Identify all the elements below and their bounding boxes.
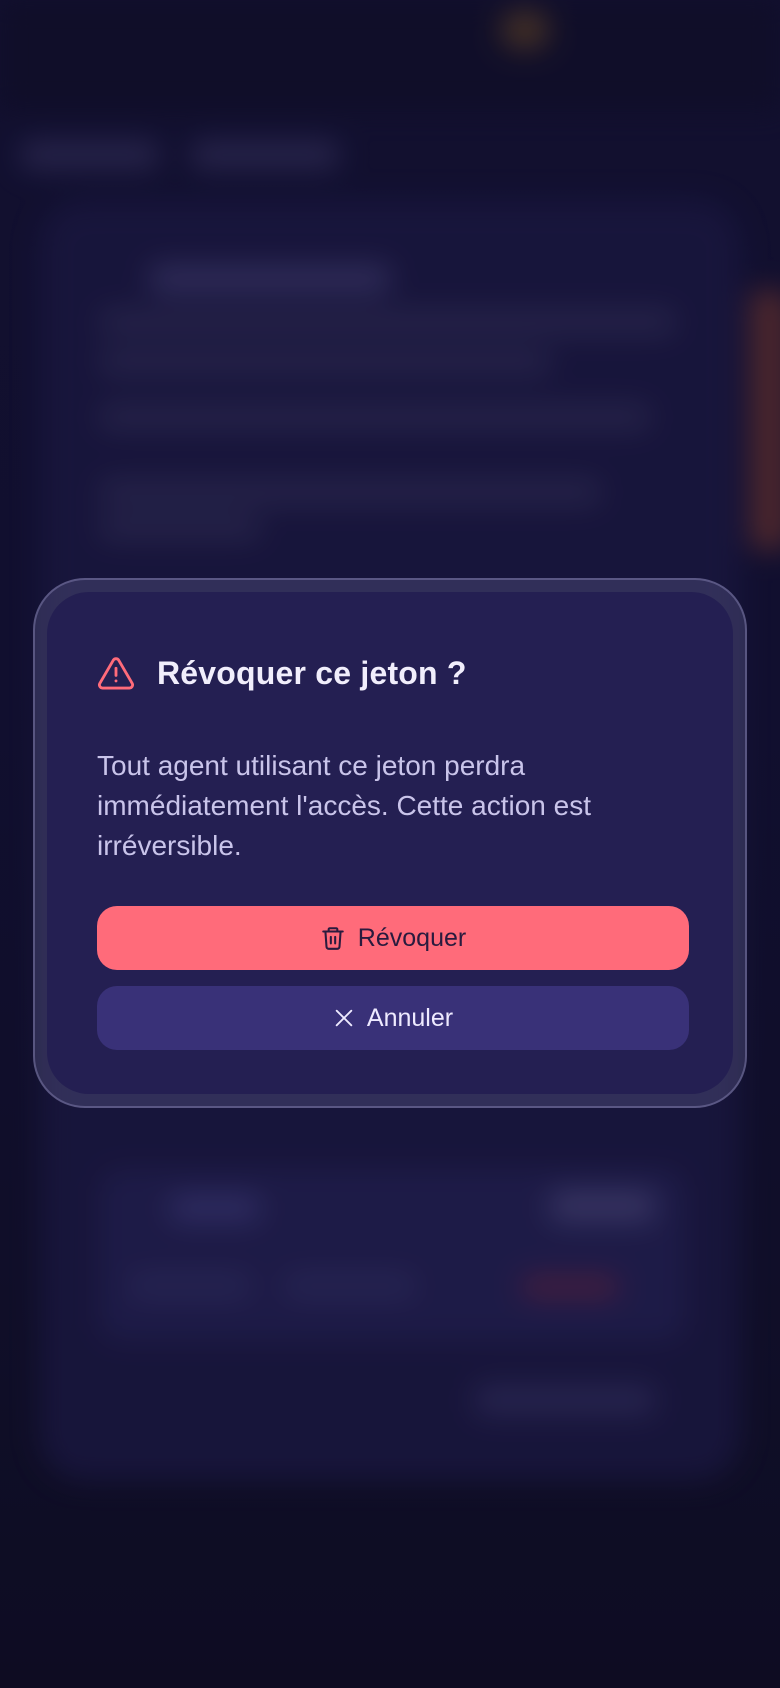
warning-triangle-icon [98, 657, 134, 690]
trash-icon [322, 927, 344, 950]
dialog-message: Tout agent utilisant ce jeton perdra imm… [97, 750, 592, 861]
dialog-title: Révoquer ce jeton ? [157, 654, 467, 691]
close-icon [335, 1009, 353, 1027]
cancel-button-label: Annuler [366, 1003, 454, 1032]
screen: Révoquer ce jeton ? Tout agent utilisant… [0, 0, 780, 1688]
dialog-frame: Révoquer ce jeton ? Tout agent utilisant… [33, 578, 747, 1108]
revoke-button-label: Révoquer [357, 923, 467, 952]
dialog-header: Révoquer ce jeton ? [97, 654, 467, 692]
cancel-button[interactable]: Annuler [97, 986, 689, 1050]
revoke-token-dialog: Révoquer ce jeton ? Tout agent utilisant… [47, 592, 733, 1094]
revoke-button[interactable]: Révoquer [97, 906, 689, 970]
